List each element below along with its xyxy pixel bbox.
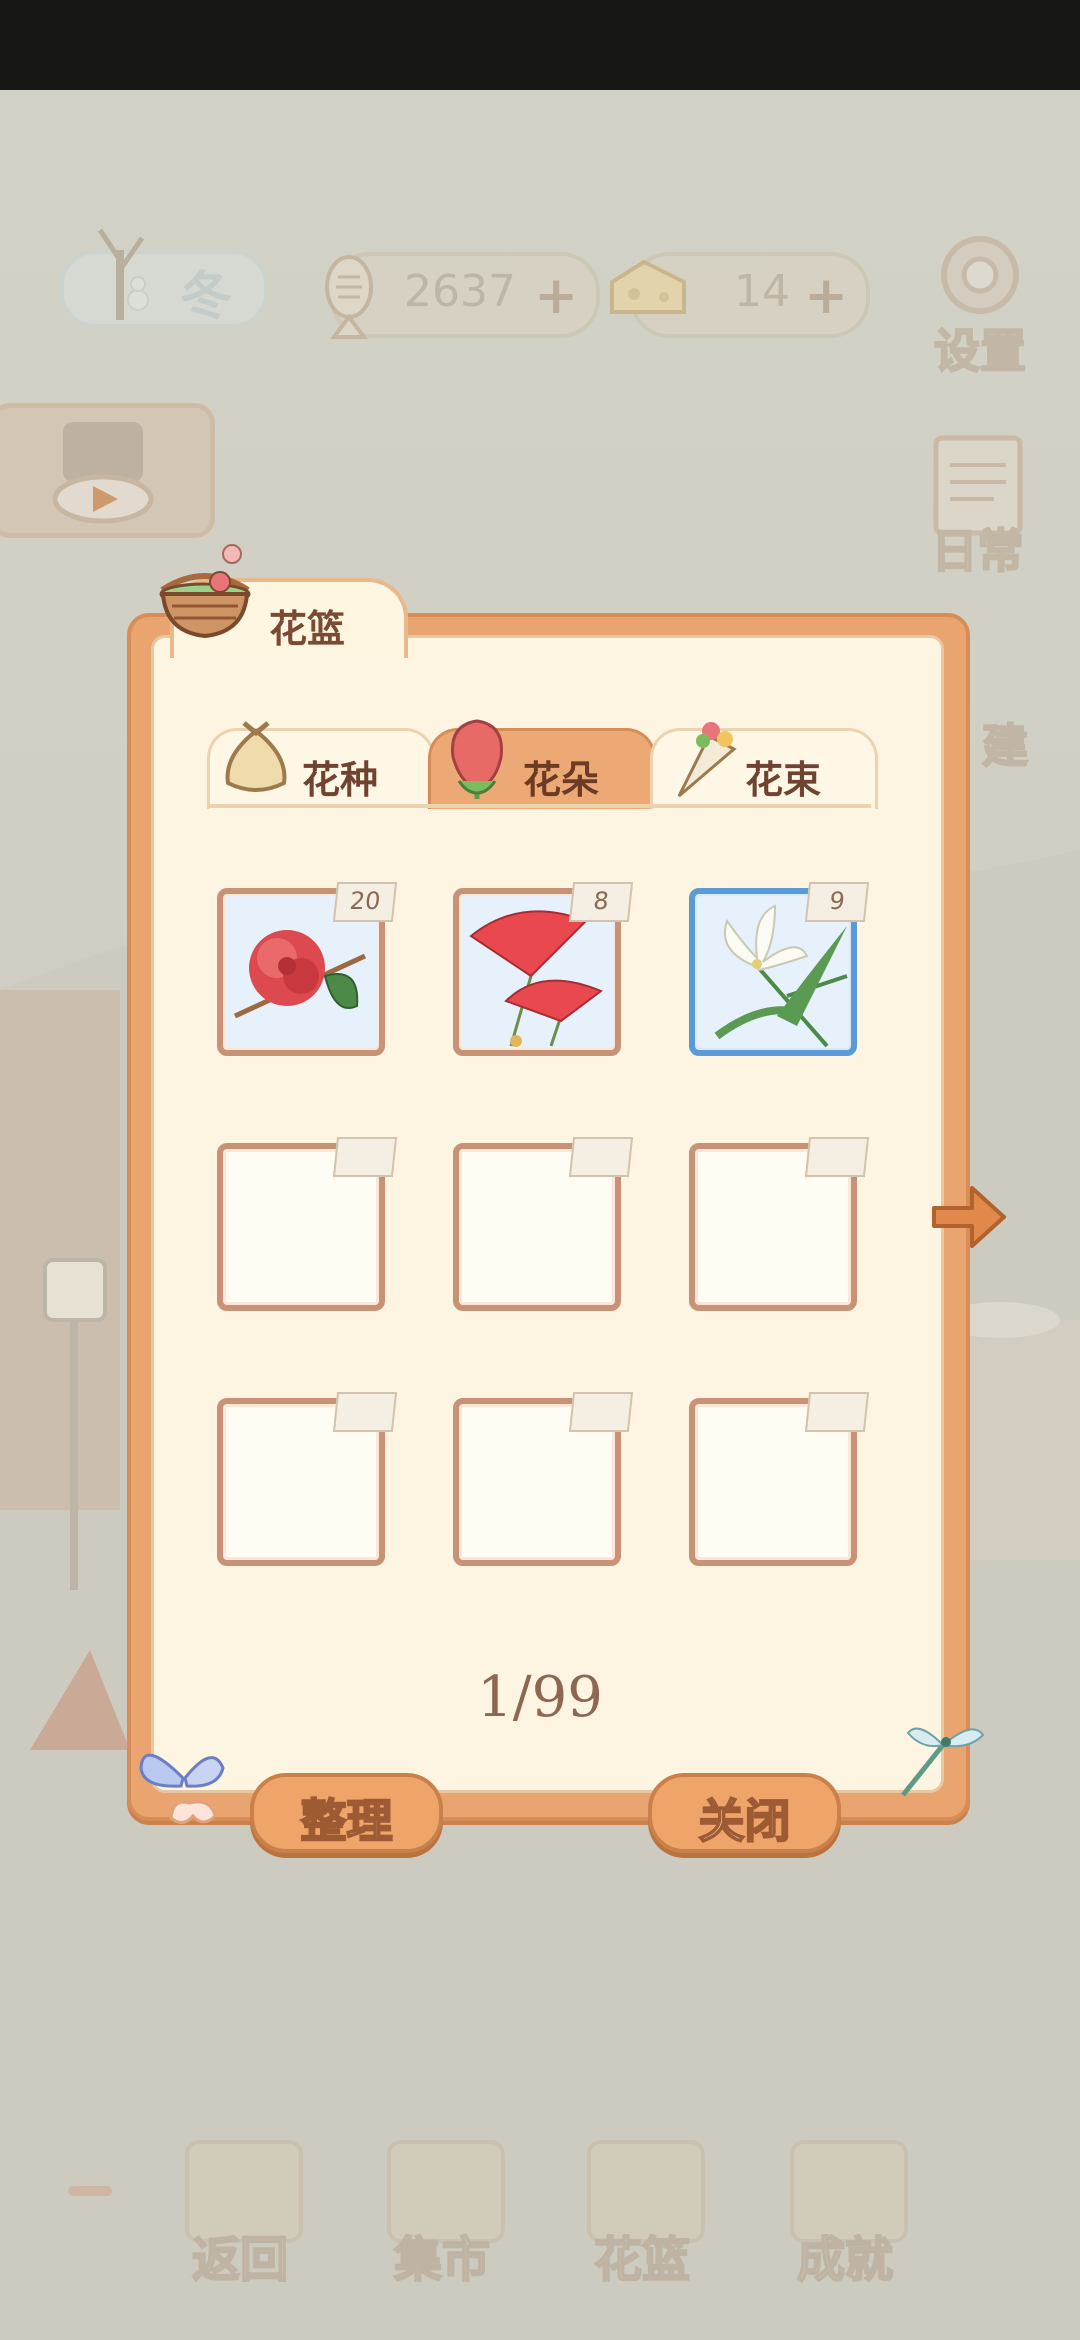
tab-bouquets[interactable]: 花束 (650, 722, 878, 809)
tab-seeds[interactable]: 花种 (207, 721, 435, 809)
tab-flowers[interactable]: 花朵 (428, 719, 656, 809)
inventory-slot[interactable]: 20 (217, 882, 398, 1056)
item-count-tag (804, 1392, 870, 1432)
tab-bouquets-label: 花束 (745, 758, 822, 802)
next-page-arrow-icon[interactable] (928, 1180, 1008, 1254)
inventory-slot[interactable]: 8 (453, 882, 634, 1056)
page-indicator: 1/99 (477, 1665, 603, 1730)
tab-flowers-label: 花朵 (523, 758, 600, 802)
item-count-tag: 8 (568, 882, 634, 922)
butterfly-icon (139, 1753, 225, 1824)
item-count-tag (332, 1137, 398, 1177)
bouquet-icon (677, 722, 737, 798)
inventory-slot-empty[interactable] (689, 1392, 870, 1566)
inventory-slot-empty[interactable] (453, 1137, 634, 1311)
category-tabs: 花种 花朵 花束 (207, 719, 878, 809)
inventory-slot-empty[interactable] (453, 1392, 634, 1566)
item-count-tag: 20 (332, 882, 398, 922)
dragonfly-icon (901, 1727, 985, 1797)
item-count-tag: 9 (804, 882, 870, 922)
close-button-label: 关闭 (698, 1793, 792, 1849)
sort-button[interactable]: 整理 (250, 1773, 443, 1853)
rose-icon (451, 719, 503, 799)
inventory-slot-selected[interactable]: 9 (689, 882, 870, 1056)
seed-bag-icon (225, 721, 287, 792)
inventory-slot-empty[interactable] (217, 1137, 398, 1311)
item-count-tag (804, 1137, 870, 1177)
panel-title: 花篮 (269, 607, 346, 651)
sort-button-label: 整理 (300, 1793, 394, 1849)
item-count-tag (568, 1392, 634, 1432)
flower-basket-icon (159, 544, 251, 639)
inventory-slot-empty[interactable] (217, 1392, 398, 1566)
item-count-tag (332, 1392, 398, 1432)
inventory-slot-empty[interactable] (689, 1137, 870, 1311)
tabs-divider (207, 804, 871, 808)
close-button[interactable]: 关闭 (648, 1773, 841, 1853)
item-count-tag (568, 1137, 634, 1177)
tab-seeds-label: 花种 (302, 758, 379, 802)
inventory-grid: 20 8 9 (217, 882, 870, 1578)
